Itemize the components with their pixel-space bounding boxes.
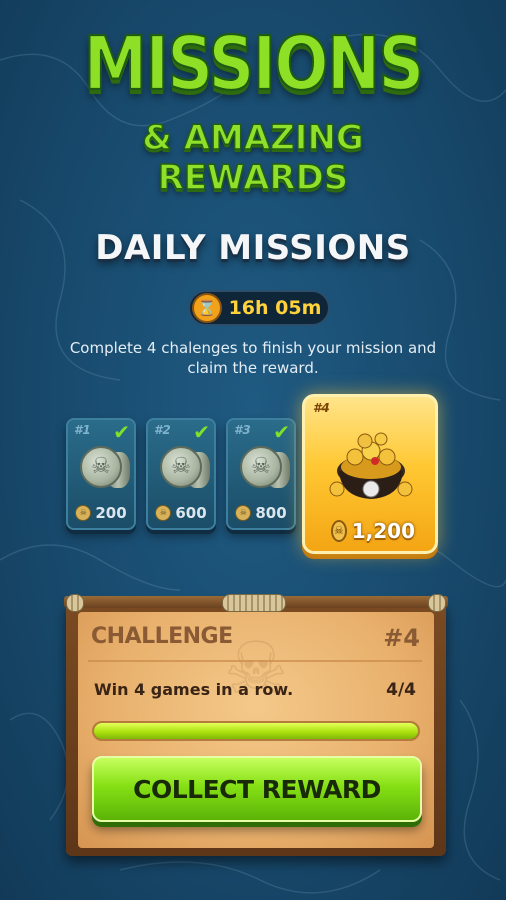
rope-knot-center [222,594,286,612]
challenge-number: #4 [383,624,420,652]
hourglass-icon: ⌛ [192,293,222,323]
coin-icon: ☠ [75,505,92,521]
missions-title: MISSIONS [83,21,426,108]
rewards-subtitle: REWARDS [157,157,349,199]
silver-coin-icon: ☠ [80,446,122,488]
reward-amount: 800 [255,504,287,522]
reward-number: #2 [154,423,171,437]
challenge-progress-bar [92,721,420,741]
daily-missions-heading: DAILY MISSIONS [95,228,411,268]
treasure-pot-icon [329,432,413,499]
reward-number: #3 [234,423,251,437]
challenge-progress-text: 4/4 [386,680,416,700]
challenge-description: Win 4 games in a row. [94,680,294,699]
timer-value: 16h 05m [228,297,322,319]
reward-card-4[interactable]: #4 ☠ 1,200 [302,394,438,554]
coin-icon: ☠ [331,520,347,542]
reward-card-2[interactable]: #2 ✔ ☠ ☠ 600 [146,418,216,530]
reward-amount: 600 [175,504,207,522]
reward-card-3[interactable]: #3 ✔ ☠ ☠ 800 [226,418,296,530]
progress-fill [94,723,418,739]
challenge-label: CHALLENGE [91,624,233,649]
reward-number: #4 [313,401,330,415]
silver-coin-icon: ☠ [160,446,202,488]
mission-description: Complete 4 chalenges to finish your miss… [69,339,437,377]
amazing-subtitle: & AMAZING [141,117,364,159]
challenge-divider [88,660,422,662]
rope-knot-left [66,594,84,612]
check-icon: ✔ [193,420,210,444]
reward-amount: 200 [95,504,127,522]
collect-reward-button[interactable]: COLLECT REWARD [92,756,422,822]
check-icon: ✔ [273,420,290,444]
silver-coin-icon: ☠ [240,446,282,488]
reward-number: #1 [74,423,91,437]
reward-card-1[interactable]: #1 ✔ ☠ ☠ 200 [66,418,136,530]
coin-icon: ☠ [155,505,172,521]
mission-timer: ⌛ 16h 05m [188,290,330,326]
reward-amount: 1,200 [351,519,415,543]
coin-icon: ☠ [235,505,252,521]
check-icon: ✔ [113,420,130,444]
rope-knot-right [428,594,446,612]
